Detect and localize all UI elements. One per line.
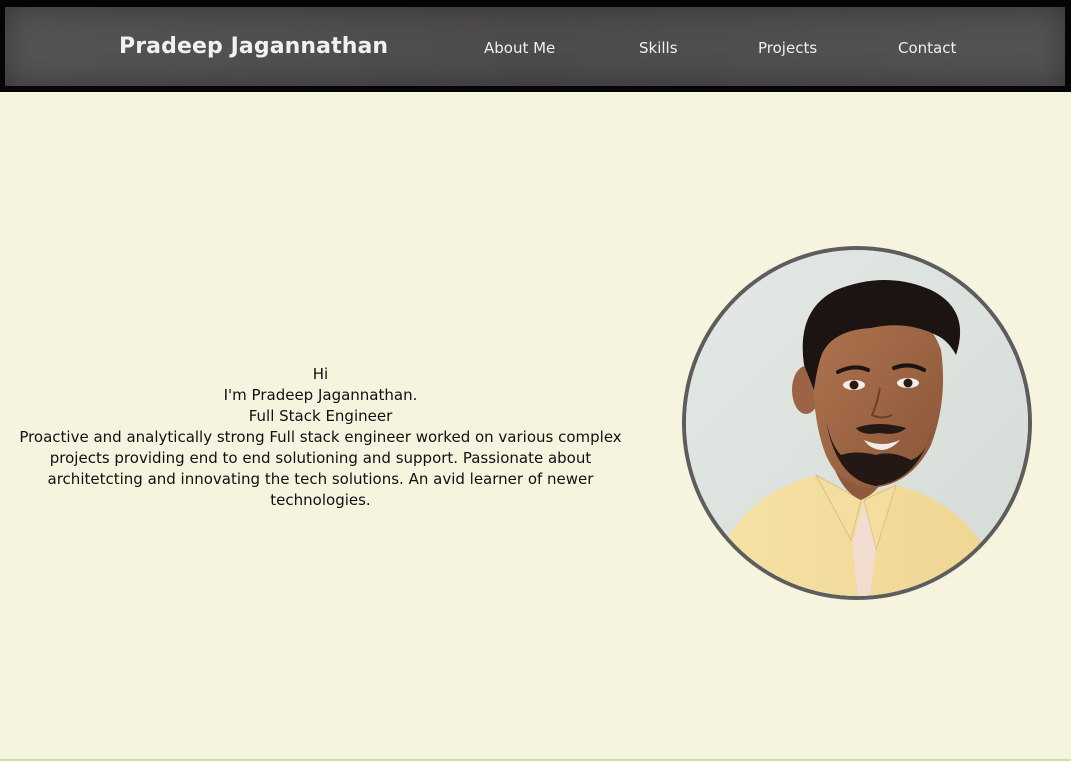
background-tile [632,358,688,416]
profile-photo [682,246,1032,600]
nav-contact[interactable]: Contact [898,39,956,57]
intro-section: Hi I'm Pradeep Jagannathan. Full Stack E… [0,364,641,511]
top-bar: Pradeep Jagannathan About Me Skills Proj… [0,0,1071,92]
greeting-text: Hi [312,365,329,383]
name-line: I'm Pradeep Jagannathan. [223,386,418,404]
nav-skills[interactable]: Skills [639,39,678,57]
role-title: Full Stack Engineer [248,407,393,425]
navbar: Pradeep Jagannathan About Me Skills Proj… [5,7,1065,86]
brand-name[interactable]: Pradeep Jagannathan [119,34,388,59]
nav-about-me[interactable]: About Me [484,39,555,57]
nav-projects[interactable]: Projects [758,39,817,57]
summary-text: Proactive and analytically strong Full s… [19,428,622,509]
portfolio-page: Pradeep Jagannathan About Me Skills Proj… [0,0,1071,761]
portrait-image [686,250,1028,596]
